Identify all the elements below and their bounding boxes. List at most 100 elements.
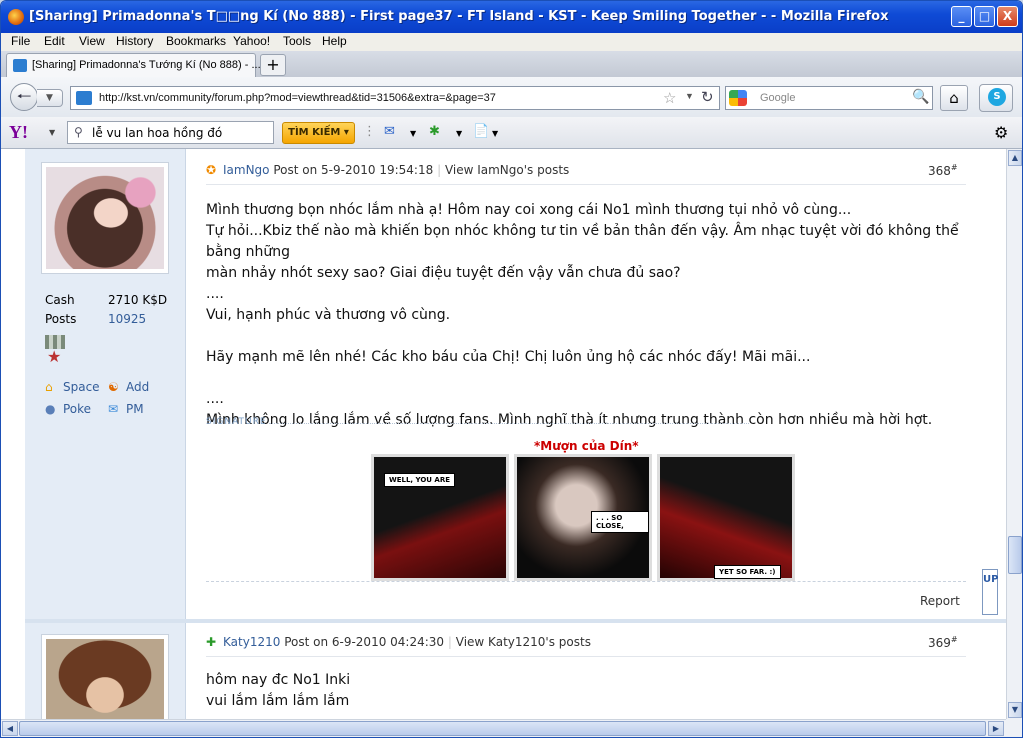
- report-link[interactable]: Report: [920, 594, 960, 608]
- author-link[interactable]: Katy1210: [223, 635, 280, 649]
- maximize-button[interactable]: □: [974, 6, 995, 27]
- scroll-thumb[interactable]: [1008, 536, 1022, 574]
- url-dropdown-icon[interactable]: ▼: [685, 91, 694, 101]
- back-button[interactable]: 🠐: [10, 83, 38, 111]
- skype-icon: S: [988, 88, 1006, 106]
- online-status-icon: ✚: [206, 635, 217, 649]
- meta-divider-line: [206, 656, 966, 657]
- address-bar[interactable]: http://kst.vn/community/forum.php?mod=vi…: [70, 86, 720, 110]
- comic-caption: WELL, YOU ARE: [384, 473, 456, 487]
- meta-divider: |: [447, 635, 452, 649]
- chevron-down-icon[interactable]: ▼: [456, 129, 462, 138]
- title-bar: [Sharing] Primadonna's T□□ng Kí (No 888)…: [1, 1, 1022, 33]
- scroll-left-arrow-icon[interactable]: ◀: [2, 721, 18, 736]
- menu-edit[interactable]: Edit: [44, 34, 65, 48]
- pm-link[interactable]: PM: [126, 402, 144, 416]
- hash-icon: #: [950, 163, 958, 172]
- post-line: [206, 368, 976, 389]
- search-box[interactable]: Google 🔍: [725, 86, 933, 110]
- post-line: ....: [206, 391, 224, 407]
- menu-history[interactable]: History: [116, 34, 153, 48]
- post-line: màn nhảy nhót sexy sao? Giai điệu tuyệt …: [206, 265, 681, 281]
- new-tab-button[interactable]: +: [260, 54, 286, 76]
- site-favicon-icon: [76, 91, 92, 105]
- menu-help[interactable]: Help: [322, 34, 347, 48]
- menu-bookmarks[interactable]: Bookmarks: [166, 34, 226, 48]
- meta-divider: |: [437, 163, 442, 177]
- history-dropdown-button[interactable]: ▼: [37, 89, 63, 107]
- post-line: Mình không lo lắng lắm về số lượng fans.…: [206, 412, 933, 428]
- answers-icon[interactable]: ✱: [429, 124, 440, 139]
- posts-value[interactable]: 10925: [108, 312, 146, 326]
- cash-value: 2710 K$D: [108, 293, 168, 307]
- yahoo-search-input[interactable]: ⚲ lễ vu lan hoa hồng đó: [67, 121, 274, 144]
- page-margin: [1, 149, 25, 719]
- add-link[interactable]: Add: [126, 380, 149, 394]
- skype-button[interactable]: S: [979, 84, 1013, 112]
- signature-label: SIGNATURE: [206, 417, 267, 427]
- gear-icon[interactable]: ⚙: [994, 123, 1008, 142]
- scroll-up-button[interactable]: UP: [982, 569, 998, 615]
- medal-icon: ★: [45, 335, 65, 366]
- yahoo-toolbar: Y! ▼ ⚲ lễ vu lan hoa hồng đó TÌM KIẾM ▾ …: [1, 117, 1022, 149]
- post-line: vui lắm lắm lắm lắm: [206, 693, 350, 709]
- avatar[interactable]: [41, 634, 169, 719]
- avatar-image: [46, 639, 164, 719]
- signature-caption: *Mượn của Dín*: [534, 439, 639, 453]
- menu-view[interactable]: View: [79, 34, 105, 48]
- scroll-thumb[interactable]: [19, 721, 986, 736]
- back-arrow-icon: 🠐: [16, 87, 32, 107]
- bookmark-star-icon[interactable]: ☆: [663, 89, 676, 107]
- news-icon[interactable]: 📄: [473, 124, 489, 139]
- menu-yahoo[interactable]: Yahoo!: [233, 34, 270, 48]
- post-date: Post on 6-9-2010 04:24:30: [284, 635, 445, 649]
- post-body: Mình thương bọn nhóc lắm nhà ạ! Hôm nay …: [206, 200, 976, 431]
- tab-current[interactable]: [Sharing] Primadonna's Tướng Kí (No 888)…: [6, 53, 261, 77]
- scroll-down-arrow-icon[interactable]: ▼: [1008, 702, 1022, 718]
- poke-link[interactable]: Poke: [63, 402, 91, 416]
- post-line: hôm nay đc No1 Inki: [206, 672, 351, 688]
- signature-comic-panel: WELL, YOU ARE: [371, 454, 509, 581]
- post-body: hôm nay đc No1 Inki vui lắm lắm lắm lắm: [206, 670, 976, 712]
- toolbar-divider-icon: ⋮: [363, 124, 376, 139]
- yahoo-dropdown-icon[interactable]: ▼: [49, 128, 55, 137]
- meta-divider-line: [206, 184, 966, 185]
- page-content: Cash 2710 K$D Posts 10925 ★ ⌂ Space ☯ Ad…: [1, 149, 1006, 719]
- author-link[interactable]: IamNgo: [223, 163, 270, 177]
- avatar[interactable]: [41, 162, 169, 274]
- view-posts-link[interactable]: View Katy1210's posts: [456, 635, 591, 649]
- chevron-down-icon: ▼: [46, 93, 53, 103]
- yahoo-search-button[interactable]: TÌM KIẾM ▾: [282, 122, 355, 144]
- home-button[interactable]: ⌂: [940, 85, 968, 111]
- menu-tools[interactable]: Tools: [283, 34, 311, 48]
- post-number[interactable]: 369#: [928, 635, 958, 650]
- vertical-scrollbar[interactable]: ▲ ▼: [1006, 149, 1022, 719]
- space-link[interactable]: Space: [63, 380, 100, 394]
- search-icon: ⚲: [74, 125, 83, 139]
- close-button[interactable]: X: [997, 6, 1018, 27]
- menu-file[interactable]: File: [11, 34, 30, 48]
- search-icon[interactable]: 🔍: [912, 89, 929, 105]
- reload-icon[interactable]: ↻: [701, 88, 714, 106]
- view-posts-link[interactable]: View IamNgo's posts: [445, 163, 569, 177]
- google-icon[interactable]: [729, 90, 747, 106]
- scroll-right-arrow-icon[interactable]: ▶: [988, 721, 1004, 736]
- signature-divider: [269, 423, 749, 424]
- post-line: Tự hỏi...Kbiz thế nào mà khiến bọn nhóc …: [206, 223, 959, 260]
- comic-caption: . . . SO CLOSE,: [591, 511, 649, 533]
- avatar-image: [46, 167, 164, 269]
- site-favicon-icon: [13, 59, 27, 72]
- search-placeholder: Google: [760, 92, 796, 104]
- minimize-button[interactable]: _: [951, 6, 972, 27]
- yahoo-logo[interactable]: Y!: [9, 122, 28, 143]
- chevron-down-icon[interactable]: ▼: [492, 129, 498, 138]
- post-number[interactable]: 368#: [928, 163, 958, 178]
- window-title: [Sharing] Primadonna's T□□ng Kí (No 888)…: [29, 9, 889, 24]
- horizontal-scrollbar[interactable]: ◀ ▶: [1, 719, 1006, 737]
- yahoo-search-value: lễ vu lan hoa hồng đó: [92, 126, 223, 140]
- scroll-up-arrow-icon[interactable]: ▲: [1008, 150, 1022, 166]
- signature-comic-panel: YET SO FAR. :): [657, 454, 795, 581]
- mail-icon[interactable]: ✉: [384, 124, 395, 139]
- home-icon: ⌂: [45, 380, 53, 394]
- chevron-down-icon[interactable]: ▼: [410, 129, 416, 138]
